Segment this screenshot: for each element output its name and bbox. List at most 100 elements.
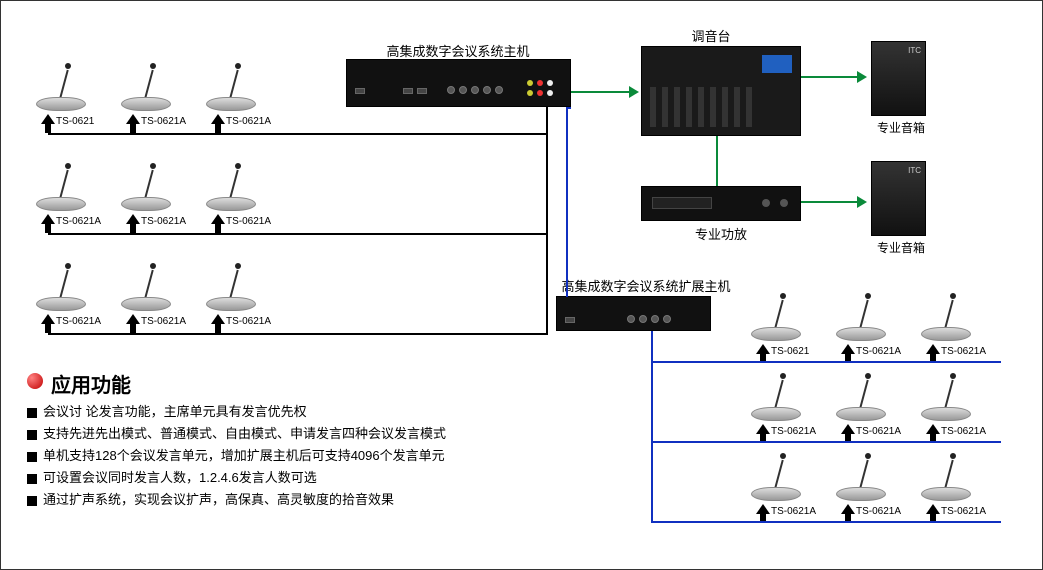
red-dot-icon [27, 373, 43, 389]
mic-label: TS-0621A [141, 316, 186, 327]
mic-unit [831, 451, 891, 501]
mixer-label: 调音台 [671, 26, 751, 45]
mic-unit [116, 61, 176, 111]
mic-unit [31, 261, 91, 311]
mic-unit [916, 451, 976, 501]
mic-unit [201, 261, 261, 311]
feature-item: 可设置会议同时发言人数，1.2.4.6发言人数可选 [27, 467, 446, 489]
feature-text: 可设置会议同时发言人数，1.2.4.6发言人数可选 [43, 470, 317, 485]
main-host-device [346, 59, 571, 107]
arrow-up-icon [756, 344, 770, 358]
wire-blue [651, 361, 1001, 363]
arrow-up-icon [841, 504, 855, 518]
mic-unit [116, 261, 176, 311]
feature-item: 通过扩声系统，实现会议扩声，高保真、高灵敏度的拾音效果 [27, 489, 446, 511]
speaker-logo: ITC [908, 166, 921, 175]
mic-label: TS-0621A [141, 216, 186, 227]
speaker-label: 专业音箱 [871, 239, 931, 256]
wire-black [48, 133, 548, 135]
bullet-square-icon [27, 408, 37, 418]
arrow-up-icon [41, 114, 55, 128]
mic-label: TS-0621A [856, 346, 901, 357]
arrow-up-icon [756, 424, 770, 438]
arrow-up-icon [756, 504, 770, 518]
arrow-up-icon [926, 424, 940, 438]
mic-label: TS-0621A [771, 506, 816, 517]
mic-unit [916, 371, 976, 421]
feature-text: 通过扩声系统，实现会议扩声，高保真、高灵敏度的拾音效果 [43, 492, 394, 507]
wire-green [571, 91, 631, 93]
arrow-up-icon [926, 504, 940, 518]
mic-unit [31, 161, 91, 211]
arrow-up-icon [126, 314, 140, 328]
mic-unit [916, 291, 976, 341]
mic-unit [201, 61, 261, 111]
wire-blue [651, 331, 653, 523]
feature-list: 会议讨 论发言功能，主席单元具有发言优先权 支持先进先出模式、普通模式、自由模式… [27, 401, 446, 511]
feature-text: 单机支持128个会议发言单元，增加扩展主机后可支持4096个发言单元 [43, 448, 445, 463]
bullet-square-icon [27, 430, 37, 440]
arrow-up-icon [41, 214, 55, 228]
speaker-logo: ITC [908, 46, 921, 55]
feature-item: 支持先进先出模式、普通模式、自由模式、申请发言四种会议发言模式 [27, 423, 446, 445]
mic-label: TS-0621A [141, 116, 186, 127]
mic-unit [746, 371, 806, 421]
wire-black [546, 106, 548, 335]
arrow-up-icon [211, 214, 225, 228]
diagram-canvas: TS-0621 TS-0621A TS-0621A TS-0621A TS-06… [0, 0, 1043, 570]
arrow-up-icon [211, 314, 225, 328]
main-host-label: 高集成数字会议系统主机 [363, 41, 553, 60]
mic-label: TS-0621A [771, 426, 816, 437]
mic-label: TS-0621A [56, 316, 101, 327]
speaker-device: ITC [871, 161, 926, 236]
speaker-device: ITC [871, 41, 926, 116]
mic-unit [746, 291, 806, 341]
arrow-up-icon [126, 114, 140, 128]
mic-label: TS-0621A [941, 506, 986, 517]
bullet-square-icon [27, 474, 37, 484]
feature-item: 单机支持128个会议发言单元，增加扩展主机后可支持4096个发言单元 [27, 445, 446, 467]
mic-unit [116, 161, 176, 211]
mixer-device [641, 46, 801, 136]
mic-label: TS-0621A [856, 506, 901, 517]
section-title: 应用功能 [51, 369, 131, 398]
wire-green [716, 136, 718, 186]
wire-black [48, 333, 548, 335]
ext-host-label: 高集成数字会议系统扩展主机 [556, 276, 736, 295]
arrow-up-icon [841, 344, 855, 358]
mic-unit [746, 451, 806, 501]
amplifier-device [641, 186, 801, 221]
mic-unit [31, 61, 91, 111]
arrow-up-icon [926, 344, 940, 358]
speaker-label: 专业音箱 [871, 119, 931, 136]
mic-unit [201, 161, 261, 211]
mic-label: TS-0621A [941, 346, 986, 357]
bullet-square-icon [27, 496, 37, 506]
wire-blue [651, 441, 1001, 443]
arrow-up-icon [211, 114, 225, 128]
mic-label: TS-0621A [941, 426, 986, 437]
wire-green [801, 201, 859, 203]
wire-green [801, 76, 859, 78]
mic-label: TS-0621A [226, 316, 271, 327]
ext-host-device [556, 296, 711, 331]
mic-label: TS-0621 [771, 346, 809, 357]
wire-blue [566, 107, 571, 109]
mic-unit [831, 291, 891, 341]
feature-text: 会议讨 论发言功能，主席单元具有发言优先权 [43, 404, 307, 419]
wire-blue [651, 521, 1001, 523]
arrow-up-icon [126, 214, 140, 228]
feature-text: 支持先进先出模式、普通模式、自由模式、申请发言四种会议发言模式 [43, 426, 446, 441]
mic-label: TS-0621A [56, 216, 101, 227]
mic-label: TS-0621 [56, 116, 94, 127]
amp-label: 专业功放 [681, 224, 761, 243]
mic-unit [831, 371, 891, 421]
feature-item: 会议讨 论发言功能，主席单元具有发言优先权 [27, 401, 446, 423]
arrow-up-icon [841, 424, 855, 438]
bullet-square-icon [27, 452, 37, 462]
wire-blue [566, 107, 568, 297]
mic-label: TS-0621A [856, 426, 901, 437]
mic-label: TS-0621A [226, 116, 271, 127]
wire-black [48, 233, 548, 235]
arrow-up-icon [41, 314, 55, 328]
